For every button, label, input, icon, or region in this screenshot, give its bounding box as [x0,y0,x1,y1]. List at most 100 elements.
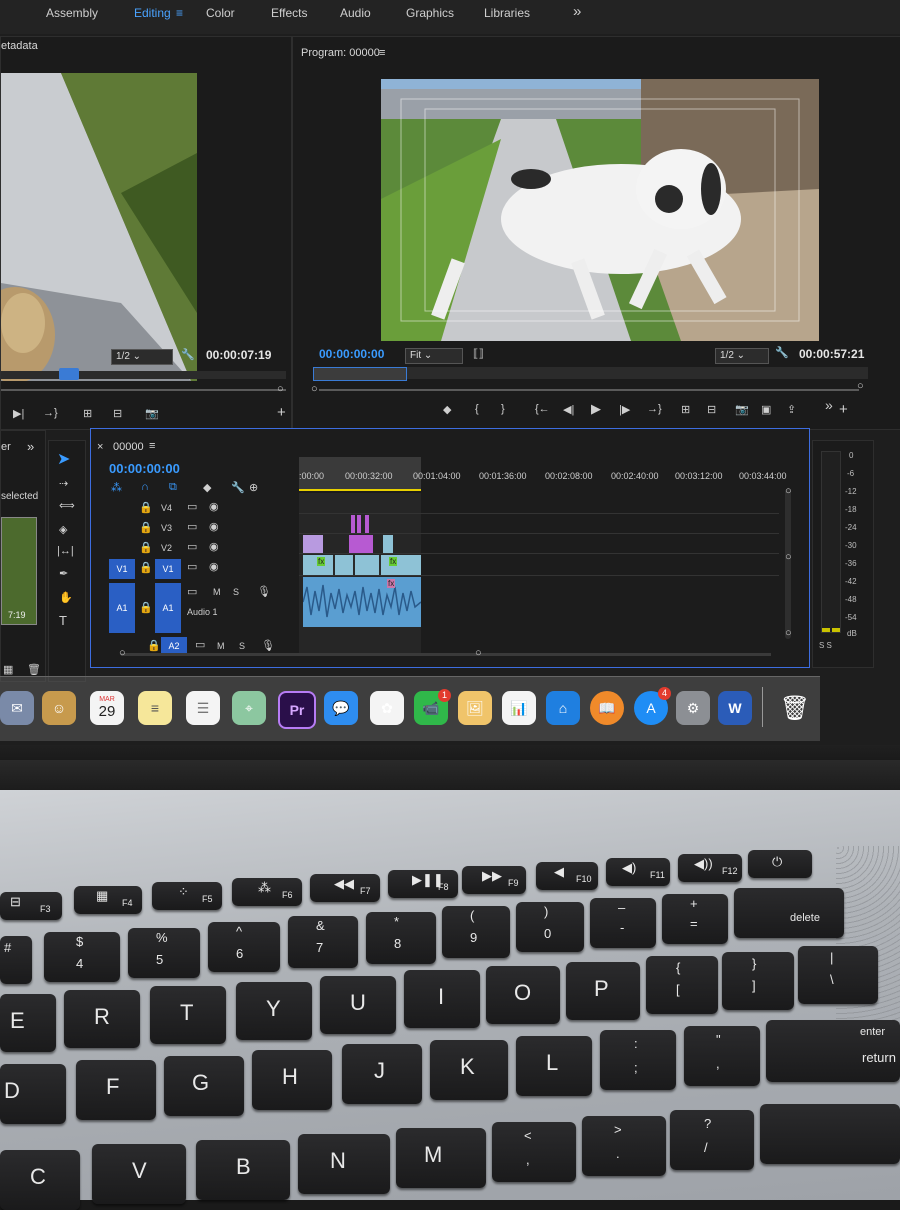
microphone-icon[interactable]: 🎙 [261,639,275,652]
key-9[interactable]: (9 [442,906,510,958]
key-7[interactable]: & 7 [288,916,358,968]
key-p[interactable]: P [566,962,640,1020]
go-to-out-icon[interactable]: →} [43,407,58,419]
lock-icon[interactable]: 🔒 [147,639,161,652]
mark-out-icon[interactable]: } [501,403,505,415]
close-sequence-icon[interactable]: × [97,441,103,453]
tab-color[interactable]: Color [206,6,235,20]
key-i[interactable]: I [404,970,480,1028]
scroll-handle-right-icon[interactable]: ○ [857,380,864,392]
track-v1[interactable]: V1 [155,559,181,579]
timeline-timecode[interactable]: 00:00:00:00 [109,461,180,476]
program-panel-title[interactable]: Program: 00000 [301,47,380,59]
mail-stamp-icon[interactable]: ✉ [0,691,34,725]
lock-icon[interactable]: 🔒 [139,541,153,554]
marker-icon[interactable]: ◆ [443,403,451,416]
pen-tool-icon[interactable]: ✒ [59,567,68,580]
key-h[interactable]: H [252,1050,332,1110]
key-l[interactable]: L [516,1036,592,1096]
key-f5[interactable]: ⁘ F5 [152,882,222,910]
key-r[interactable]: R [64,990,140,1048]
lock-icon[interactable]: 🔒 [139,601,153,614]
key-4[interactable]: $4 [44,932,120,982]
key-o[interactable]: O [486,966,560,1024]
export-frame-icon[interactable]: 📷 [145,407,159,420]
books-icon[interactable]: 📖 [590,691,624,725]
key-u[interactable]: U [320,976,396,1034]
key-comma[interactable]: <, [492,1122,576,1182]
mute-button[interactable]: M [217,641,225,651]
key-f4[interactable]: ▦ F4 [74,886,142,914]
word-icon[interactable]: W [718,691,752,725]
track-a1[interactable]: A1 [155,583,181,633]
key-0[interactable]: ) 0 [516,902,584,952]
go-to-out-program-icon[interactable]: →} [647,403,662,415]
key-f11[interactable]: ◀) F11 [606,858,670,886]
tab-libraries[interactable]: Libraries [484,6,530,20]
preview-icon[interactable]: 🖼 [458,691,492,725]
key-return[interactable]: enter return [766,1020,900,1082]
tab-audio[interactable]: Audio [340,6,371,20]
scroll-handle-icon[interactable]: ○ [785,627,792,639]
export-frame-program-icon[interactable]: 📷 [735,403,749,416]
reminders-icon[interactable]: ☰ [186,691,220,725]
maps-icon[interactable]: ⌖ [232,691,266,725]
trash-icon[interactable]: 🗑 [27,663,41,676]
add-button-icon[interactable]: + [277,404,286,421]
clip-a1[interactable]: fx [302,577,422,627]
snap-magnet-icon[interactable]: ∩ [141,481,149,493]
premiere-pro-icon[interactable]: Pr [278,691,316,729]
system-preferences-icon[interactable]: ⚙ [676,691,710,725]
step-forward-icon[interactable]: ▶| [13,407,24,420]
comparison-view-icon[interactable]: ▣ [761,403,771,416]
step-forward-program-icon[interactable]: |▶ [619,403,630,416]
tab-editing[interactable]: Editing [134,6,171,20]
key-slash[interactable]: ? / [670,1110,754,1170]
scroll-handle-icon[interactable]: ○ [785,551,792,563]
program-resolution-dropdown[interactable]: 1/2 ⌄ [715,348,769,364]
key-5[interactable]: % 5 [128,928,200,978]
microphone-icon[interactable]: 🎙 [257,585,271,598]
key-3[interactable]: # [0,936,32,984]
program-in-timecode[interactable]: 00:00:00:00 [319,347,384,361]
key-delete[interactable]: delete [734,888,844,938]
clip-v3[interactable] [357,515,361,533]
trash-icon[interactable]: 🗑 [778,691,812,725]
project-overflow-icon[interactable]: » [27,439,34,454]
notes-icon[interactable]: ≡ [138,691,172,725]
key-f6[interactable]: ⁂ F6 [232,878,302,906]
scroll-handle-icon[interactable]: ○ [785,485,792,497]
razor-tool-icon[interactable]: ◈ [59,523,67,536]
step-back-icon[interactable]: ◀| [563,403,574,416]
key-n[interactable]: N [298,1134,390,1194]
slip-tool-icon[interactable]: |↔| [57,545,74,557]
key-right-shift[interactable] [760,1104,900,1164]
settings-bracket-icon[interactable]: ⟦⟧ [473,347,484,360]
add-button-program-icon[interactable]: + [839,401,848,418]
track-v2[interactable]: V2 [161,543,172,553]
program-scrollbar[interactable] [319,389,859,391]
tab-assembly[interactable]: Assembly [46,6,98,20]
key-left-bracket[interactable]: {[ [646,956,718,1014]
key-y[interactable]: Y [236,982,312,1040]
numbers-icon[interactable]: 📊 [502,691,536,725]
key-minus[interactable]: – - [590,898,656,948]
scroll-handle-icon[interactable]: ○ [277,383,284,395]
clip-v2[interactable] [303,535,323,553]
key-6[interactable]: ^ 6 [208,922,280,972]
track-v3[interactable]: V3 [161,523,172,533]
scroll-handle-left-icon[interactable]: ○ [311,383,318,395]
solo-button[interactable]: S [233,587,239,597]
go-to-in-icon[interactable]: {← [535,403,550,415]
timeline-vertical-scrollbar[interactable] [785,489,791,639]
key-semicolon[interactable]: :; [600,1030,676,1090]
project-clip-thumbnail[interactable]: 7:19 [1,517,37,625]
source-zoom-bar[interactable] [1,368,286,380]
lock-icon[interactable]: 🔒 [139,561,153,574]
eye-icon[interactable]: ◉ [209,560,219,573]
toggle-sync-icon[interactable]: ▭ [187,560,197,573]
source-patch-a1[interactable]: A1 [109,583,135,633]
toggle-sync-icon[interactable]: ▭ [195,638,205,651]
key-d[interactable]: D [0,1064,66,1124]
program-time-ruler[interactable] [313,367,868,381]
